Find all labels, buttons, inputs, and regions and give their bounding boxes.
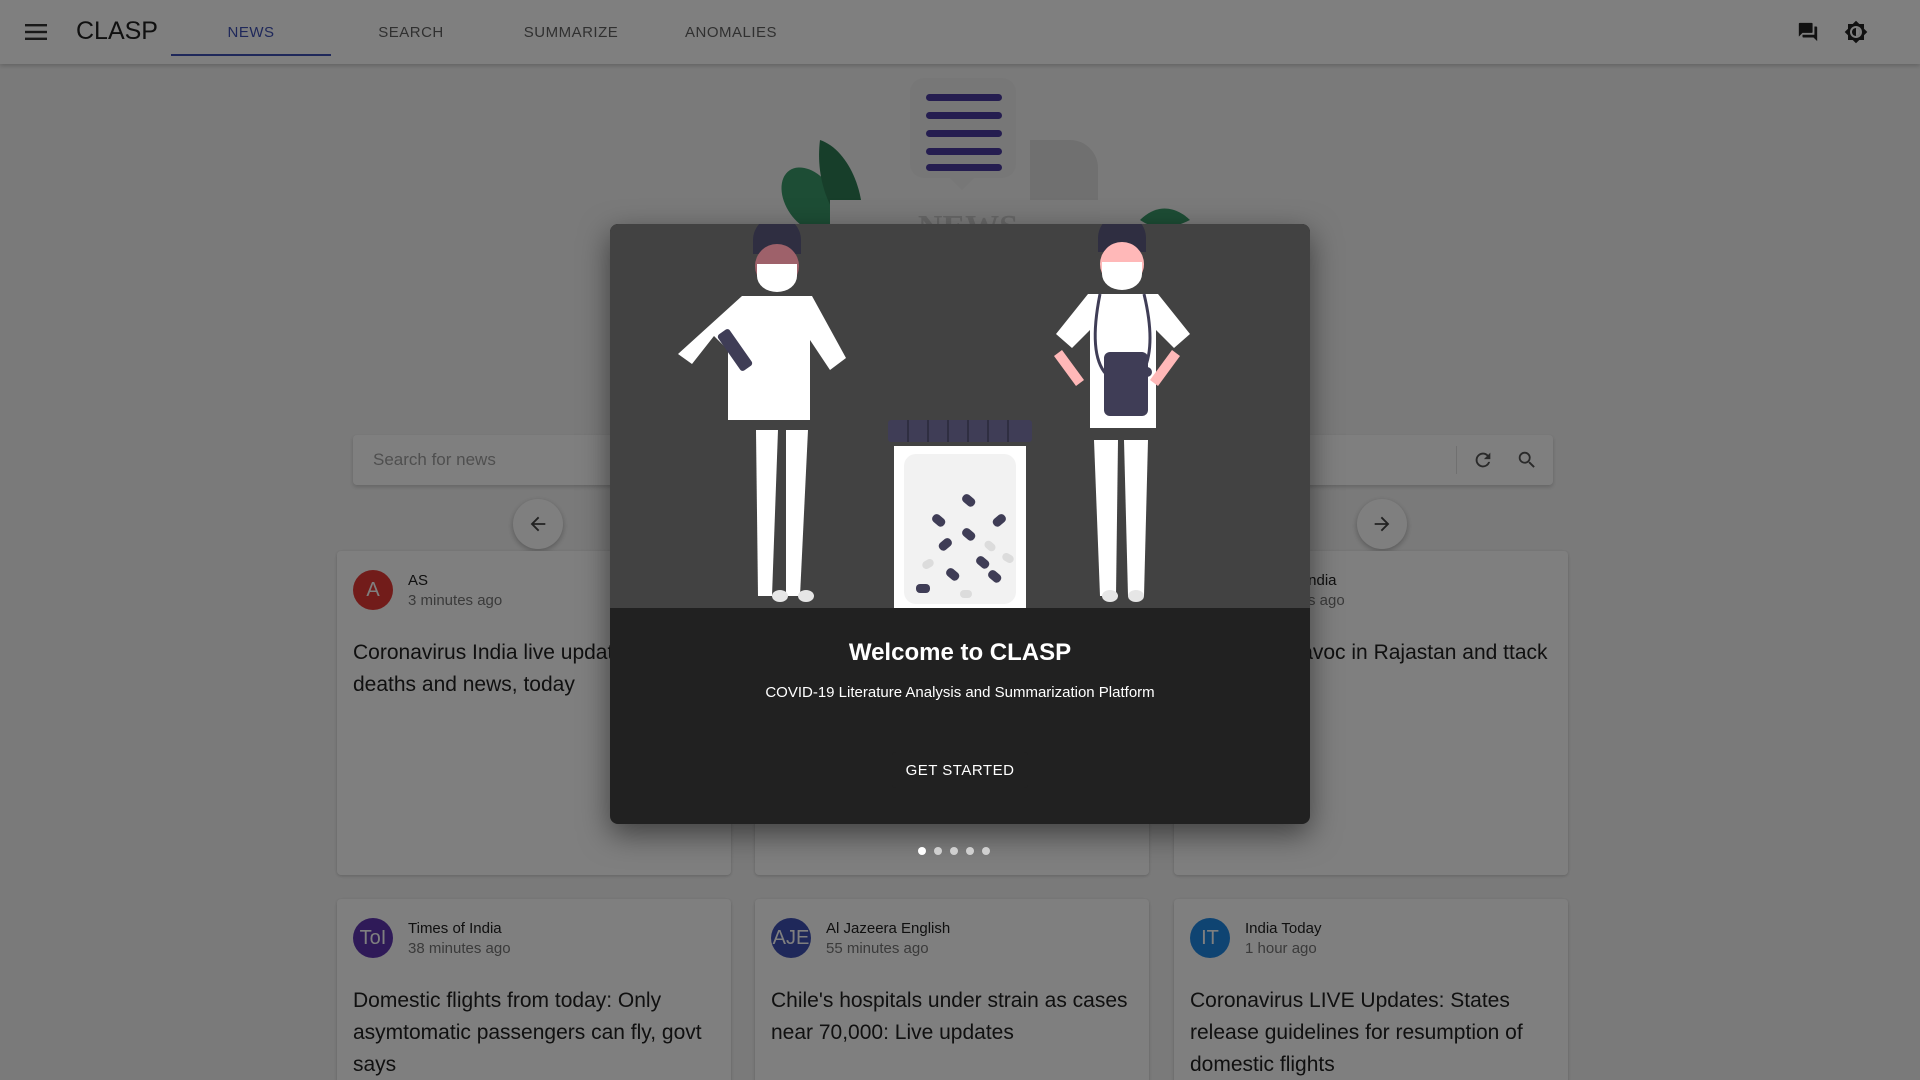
welcome-dialog: Welcome to CLASP COVID-19 Literature Ana… — [610, 224, 1310, 824]
slide-indicator — [918, 847, 990, 855]
slide-dot[interactable] — [918, 847, 926, 855]
dialog-title: Welcome to CLASP — [848, 639, 1072, 666]
doctors-illustration — [610, 224, 1310, 608]
slide-dot[interactable] — [934, 847, 942, 855]
get-started-button[interactable]: GET STARTED — [892, 752, 1028, 788]
slide-dot[interactable] — [950, 847, 958, 855]
slide-dot[interactable] — [982, 847, 990, 855]
dialog-subtitle: COVID-19 Literature Analysis and Summari… — [765, 684, 1155, 701]
slide-dot[interactable] — [966, 847, 974, 855]
